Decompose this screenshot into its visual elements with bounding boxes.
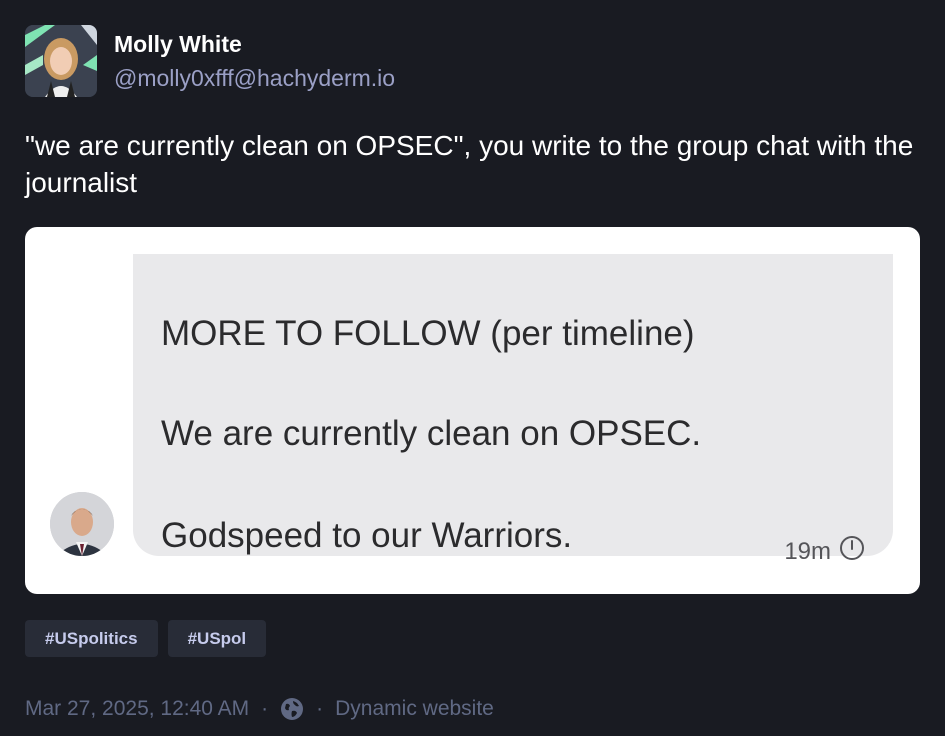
status-post: Molly White @molly0xfff@hachyderm.io "we… (0, 0, 945, 736)
status-text: "we are currently clean on OPSEC", you w… (25, 130, 914, 198)
hashtag-uspolitics[interactable]: #USpolitics (25, 620, 158, 657)
message-line: Godspeed to our Warriors. (161, 516, 573, 555)
sender-avatar (50, 492, 114, 556)
message-timestamp: 19m (784, 535, 865, 568)
media-attachment[interactable]: MORE TO FOLLOW (per timeline) We are cur… (25, 227, 920, 594)
meta-separator: · (316, 697, 324, 720)
message-line: MORE TO FOLLOW (per timeline) (161, 314, 695, 353)
message-timestamp-label: 19m (784, 537, 831, 565)
status-meta: Mar 27, 2025, 12:40 AM · · Dynamic websi… (25, 694, 494, 724)
author-handle[interactable]: @molly0xfff@hachyderm.io (114, 64, 395, 92)
author-avatar[interactable] (25, 25, 97, 97)
author-display-name[interactable]: Molly White (114, 30, 242, 58)
globe-icon (280, 697, 304, 721)
message-line: We are currently clean on OPSEC. (161, 414, 702, 453)
message-bubble: MORE TO FOLLOW (per timeline) We are cur… (133, 254, 893, 565)
hashtag-bar: #USpolitics #USpol (25, 620, 267, 657)
hashtag-uspol[interactable]: #USpol (167, 620, 267, 657)
clock-icon (839, 535, 865, 568)
status-source: Dynamic website (335, 697, 494, 720)
meta-separator: · (261, 697, 269, 720)
status-date[interactable]: Mar 27, 2025, 12:40 AM (25, 694, 249, 724)
